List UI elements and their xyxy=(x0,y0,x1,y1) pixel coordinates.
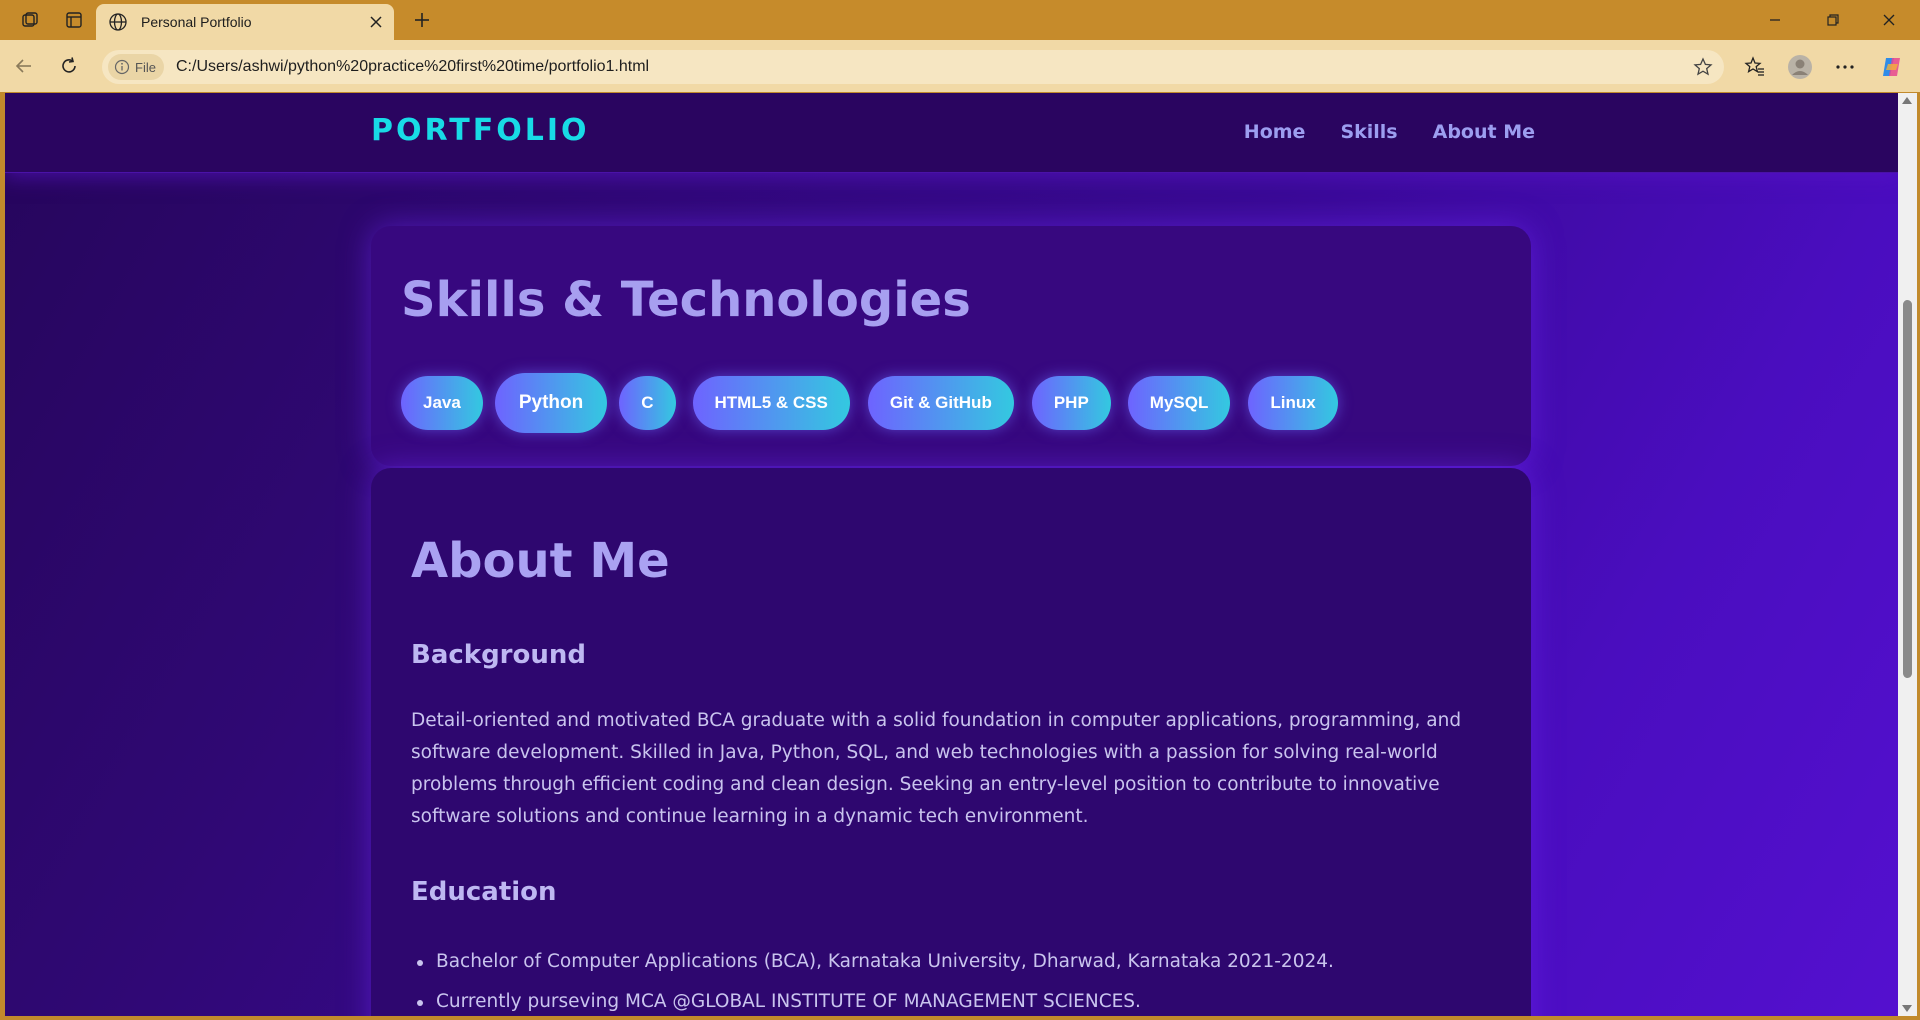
education-item: Currently purseving MCA @GLOBAL INSTITUT… xyxy=(411,986,1334,1016)
favorite-star-icon[interactable] xyxy=(1692,56,1714,78)
skill-pill-java[interactable]: Java xyxy=(401,376,483,430)
skill-pill-php[interactable]: PHP xyxy=(1031,376,1111,430)
workspaces-icon[interactable] xyxy=(18,8,42,32)
new-tab-icon[interactable] xyxy=(410,8,434,32)
skills-section: Skills & Technologies Java Python C HTML… xyxy=(371,226,1531,466)
page-viewport: PORTFOLIO Home Skills About Me Skills & … xyxy=(5,93,1898,1016)
info-icon xyxy=(114,59,130,75)
url-text[interactable]: C:/Users/ashwi/python%20practice%20first… xyxy=(176,58,649,76)
education-heading: Education xyxy=(411,877,557,907)
scroll-up-arrow-icon[interactable] xyxy=(1902,97,1912,104)
site-nav: Home Skills About Me xyxy=(1244,121,1535,143)
skills-heading: Skills & Technologies xyxy=(401,272,971,328)
address-bar[interactable]: File C:/Users/ashwi/python%20practice%20… xyxy=(102,50,1724,84)
scroll-down-arrow-icon[interactable] xyxy=(1902,1005,1912,1012)
skill-pill-c[interactable]: C xyxy=(619,376,676,430)
minimize-icon[interactable] xyxy=(1752,6,1798,34)
education-item: Bachelor of Computer Applications (BCA),… xyxy=(411,946,1334,986)
site-logo[interactable]: PORTFOLIO xyxy=(371,113,589,148)
active-tab[interactable]: Personal Portfolio xyxy=(96,4,394,40)
skill-pill-python[interactable]: Python xyxy=(494,373,608,433)
about-heading: About Me xyxy=(411,533,670,589)
close-tab-icon[interactable] xyxy=(366,12,386,32)
skill-pill-linux[interactable]: Linux xyxy=(1248,376,1338,430)
window-frame-edge xyxy=(0,1016,1920,1020)
about-section: About Me Background Detail-oriented and … xyxy=(371,468,1531,1016)
profile-avatar-icon[interactable] xyxy=(1787,54,1813,80)
background-paragraph: Detail-oriented and motivated BCA gradua… xyxy=(411,710,1462,827)
more-options-icon[interactable] xyxy=(1832,54,1858,80)
scrollbar-thumb[interactable] xyxy=(1903,300,1912,678)
skill-pill-git-github[interactable]: Git & GitHub xyxy=(867,376,1014,430)
skill-pill-html5-css[interactable]: HTML5 & CSS xyxy=(692,376,850,430)
globe-icon xyxy=(108,12,128,32)
skills-pill-list: Java Python C HTML5 & CSS Git & GitHub P… xyxy=(401,373,1338,433)
nav-link-skills[interactable]: Skills xyxy=(1340,121,1397,143)
page-scrollbar[interactable] xyxy=(1898,93,1917,1016)
restore-icon[interactable] xyxy=(1810,6,1856,34)
education-list: Bachelor of Computer Applications (BCA),… xyxy=(411,946,1334,1016)
background-heading: Background xyxy=(411,640,586,670)
tab-title: Personal Portfolio xyxy=(141,14,252,30)
site-header: PORTFOLIO Home Skills About Me xyxy=(5,93,1898,173)
nav-link-about-me[interactable]: About Me xyxy=(1433,121,1535,143)
close-window-icon[interactable] xyxy=(1866,6,1912,34)
site-info-button[interactable]: File xyxy=(108,54,164,80)
back-icon[interactable] xyxy=(10,52,38,80)
skill-pill-mysql[interactable]: MySQL xyxy=(1127,376,1231,430)
file-badge: File xyxy=(135,59,156,75)
favorites-icon[interactable] xyxy=(1742,54,1768,80)
vertical-tabs-icon[interactable] xyxy=(62,8,86,32)
copilot-icon[interactable] xyxy=(1879,54,1905,80)
browser-tab-bar: Personal Portfolio xyxy=(0,0,1920,40)
refresh-icon[interactable] xyxy=(55,52,83,80)
nav-link-home[interactable]: Home xyxy=(1244,121,1306,143)
